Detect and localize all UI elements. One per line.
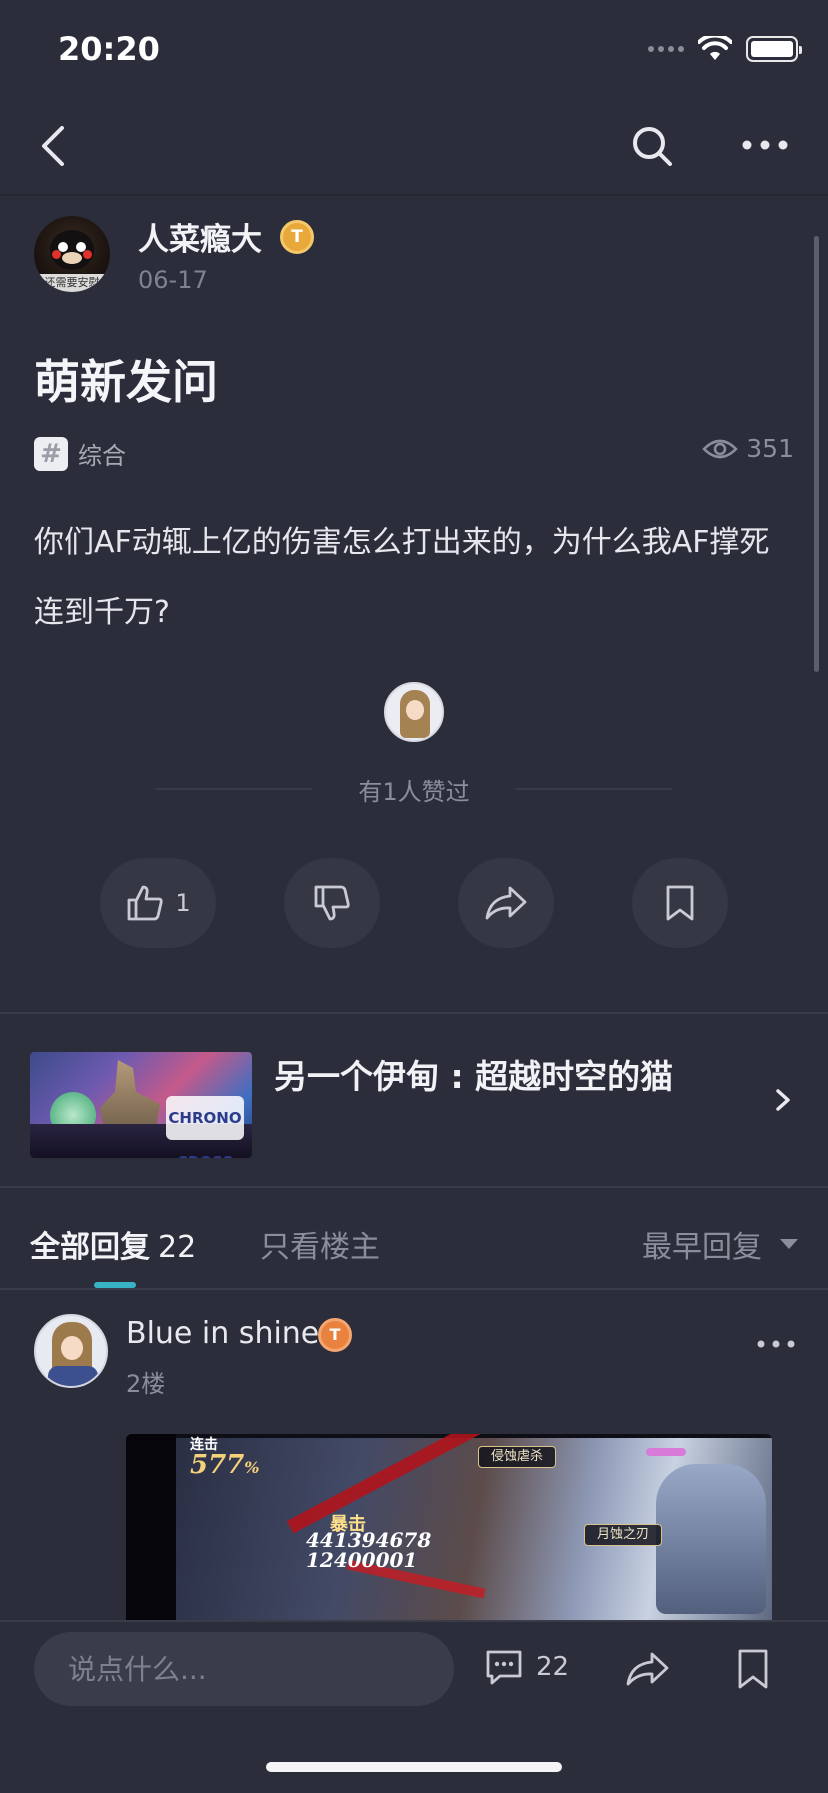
thumbs-up-icon <box>127 885 164 921</box>
post-title: 萌新发问 <box>34 355 218 409</box>
share-button[interactable] <box>458 858 554 948</box>
sort-dropdown[interactable]: 最早回复 <box>642 1222 798 1266</box>
comments-button[interactable]: 22 <box>484 1648 569 1686</box>
tab-all-label: 全部回复 <box>30 1230 150 1265</box>
more-options-icon[interactable] <box>740 130 790 160</box>
view-count: 351 <box>702 434 794 463</box>
views-count: 351 <box>746 434 794 463</box>
bookmark-button[interactable] <box>632 858 728 948</box>
comments-count: 22 <box>536 1652 570 1682</box>
bookmark-icon <box>666 885 694 921</box>
tab-op-only[interactable]: 只看楼主 <box>260 1222 380 1266</box>
author-level-badge: T <box>280 220 314 254</box>
likers-text: 有1人赞过 <box>358 778 470 806</box>
status-time: 20:20 <box>58 30 160 68</box>
wifi-icon <box>698 36 732 60</box>
reply-avatar[interactable] <box>34 1314 108 1388</box>
reply-floor: 2楼 <box>126 1370 166 1398</box>
game-title[interactable]: 另一个伊甸 : 超越时空的猫 <box>274 1050 673 1098</box>
section-divider-tabs <box>0 1186 828 1188</box>
topic-tag[interactable]: # 综合 <box>34 436 126 471</box>
image-skill-2: 月蚀之刃 <box>584 1524 663 1546</box>
post-body: 你们AF动辄上亿的伤害怎么打出来的，为什么我AF撑死连到千万? <box>34 525 770 630</box>
author-avatar[interactable]: 还需要安慰 <box>34 216 110 292</box>
reply-author-name[interactable]: Blue in shine <box>126 1316 319 1351</box>
share-icon[interactable] <box>624 1648 670 1692</box>
tab-all-count: 22 <box>158 1230 197 1265</box>
image-damage-line2: 12400001 <box>306 1548 418 1572</box>
author-name[interactable]: 人菜瘾大 <box>138 214 262 259</box>
back-arrow-icon[interactable] <box>36 124 76 168</box>
sort-label: 最早回复 <box>642 1230 762 1265</box>
search-icon[interactable] <box>630 124 674 168</box>
image-combo-number: 577 <box>190 1450 245 1480</box>
status-icons <box>648 36 802 62</box>
section-divider-top <box>0 1012 828 1014</box>
chevron-right-icon[interactable] <box>770 1086 794 1114</box>
image-skill-1: 侵蚀虐杀 <box>478 1446 557 1468</box>
share-arrow-icon <box>485 886 527 920</box>
nav-divider <box>0 194 828 196</box>
topic-label: 综合 <box>78 442 126 470</box>
image-damage-line1: 441394678 <box>306 1528 432 1552</box>
bookmark-bottom-icon[interactable] <box>736 1648 770 1690</box>
like-count: 1 <box>175 889 191 917</box>
comment-input[interactable] <box>34 1632 454 1706</box>
home-indicator[interactable] <box>266 1762 562 1772</box>
section-divider-reply <box>0 1288 828 1290</box>
dislike-button[interactable] <box>284 858 380 948</box>
reply-level-badge: T <box>318 1318 352 1352</box>
game-banner-image[interactable]: CHRONO CROSS <box>30 1052 252 1158</box>
eye-icon <box>702 439 739 458</box>
cellular-signal-icon <box>648 46 684 52</box>
like-button[interactable]: 1 <box>100 858 216 948</box>
image-hp-bar <box>646 1448 686 1456</box>
caret-down-icon <box>780 1239 798 1249</box>
comment-bubble-icon <box>486 1650 522 1685</box>
image-damage: 441394678 12400001 <box>306 1530 431 1570</box>
bear-avatar-image <box>50 230 94 270</box>
tab-all-replies[interactable]: 全部回复 22 <box>30 1222 196 1266</box>
thumbs-down-icon <box>314 885 350 921</box>
post-date: 06-17 <box>138 266 208 294</box>
battery-icon <box>746 36 802 62</box>
avatar-caption: 还需要安慰 <box>34 274 110 292</box>
game-banner-logo: CHRONO CROSS <box>166 1096 244 1158</box>
reply-image[interactable]: 连击 577% 暴击 441394678 12400001 侵蚀虐杀 月蚀之刃 <box>126 1434 772 1624</box>
hashtag-icon: # <box>34 436 68 471</box>
reply-more-icon[interactable] <box>756 1336 796 1352</box>
scrollbar[interactable] <box>814 236 819 672</box>
image-combo-unit: % <box>244 1458 260 1477</box>
image-combo-value: 577% <box>190 1450 259 1480</box>
liker-avatar[interactable] <box>384 682 444 742</box>
